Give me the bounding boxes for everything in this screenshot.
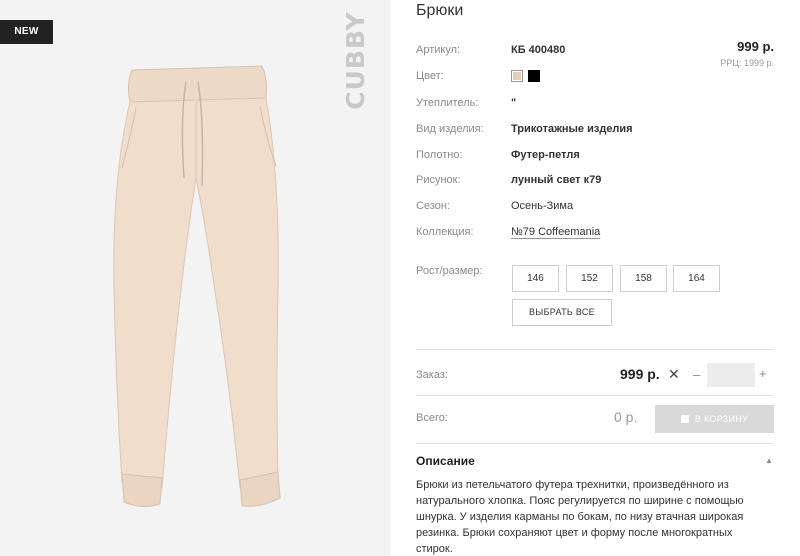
quantity-input[interactable]: [707, 363, 755, 387]
color-swatch-beige[interactable]: [511, 70, 523, 82]
size-option-164[interactable]: 164: [673, 265, 720, 292]
cart-icon: [680, 415, 689, 423]
size-option-158[interactable]: 158: [620, 265, 667, 292]
brand-logo: CUBBY: [333, 11, 377, 110]
attr-label-season: Сезон:: [416, 200, 450, 212]
new-badge: NEW: [0, 20, 53, 44]
attr-value-article: КБ 400480: [511, 44, 566, 56]
product-price: 999 р.: [737, 39, 774, 54]
attr-label-collection: Коллекция:: [416, 226, 474, 238]
multiply-icon: ✕: [668, 366, 680, 382]
total-label: Всего:: [416, 412, 448, 424]
order-label: Заказ:: [416, 369, 448, 381]
quantity-increase-button[interactable]: +: [759, 366, 767, 381]
select-all-button[interactable]: ВЫБРАТЬ ВСЕ: [512, 299, 612, 326]
rrp-price: РРЦ: 1999 р.: [720, 58, 774, 68]
total-value: 0 р.: [614, 409, 638, 425]
product-gallery: NEW CUBBY: [0, 0, 390, 556]
description-text: Брюки из петельчатого футера трехнитки, …: [416, 479, 744, 555]
divider: [416, 443, 774, 444]
add-to-cart-label: В КОРЗИНУ: [694, 414, 749, 424]
attr-value-fabric: Футер-петля: [511, 149, 580, 161]
attr-value-season: Осень-Зима: [511, 200, 574, 212]
attr-label-pattern: Рисунок:: [416, 174, 461, 186]
collapse-icon[interactable]: ▲: [765, 456, 773, 465]
attr-label-article: Артикул:: [416, 44, 461, 56]
attr-label-color: Цвет:: [416, 70, 444, 82]
quantity-decrease-button[interactable]: –: [693, 367, 700, 382]
order-price: 999 р.: [620, 366, 660, 382]
attr-value-pattern: лунный свет к79: [511, 174, 602, 186]
collection-link[interactable]: №79 Coffeemania: [511, 226, 600, 238]
add-to-cart-button[interactable]: В КОРЗИНУ: [655, 405, 774, 433]
divider: [416, 349, 774, 350]
attr-value-insulation: ": [511, 97, 517, 109]
product-image[interactable]: [90, 58, 300, 518]
divider: [416, 395, 774, 396]
brand-logo-text: CUBBY: [340, 10, 370, 110]
size-option-152[interactable]: 152: [566, 265, 613, 292]
size-option-146[interactable]: 146: [512, 265, 559, 292]
color-swatch-black[interactable]: [528, 70, 540, 82]
product-title: Брюки: [416, 2, 464, 19]
attr-label-fabric: Полотно:: [416, 149, 463, 161]
description-title: Описание: [416, 454, 475, 468]
attr-value-type: Трикотажные изделия: [511, 123, 633, 135]
size-label: Рост/размер:: [416, 265, 483, 277]
attr-label-insulation: Утеплитель:: [416, 97, 479, 109]
attr-label-type: Вид изделия:: [416, 123, 484, 135]
